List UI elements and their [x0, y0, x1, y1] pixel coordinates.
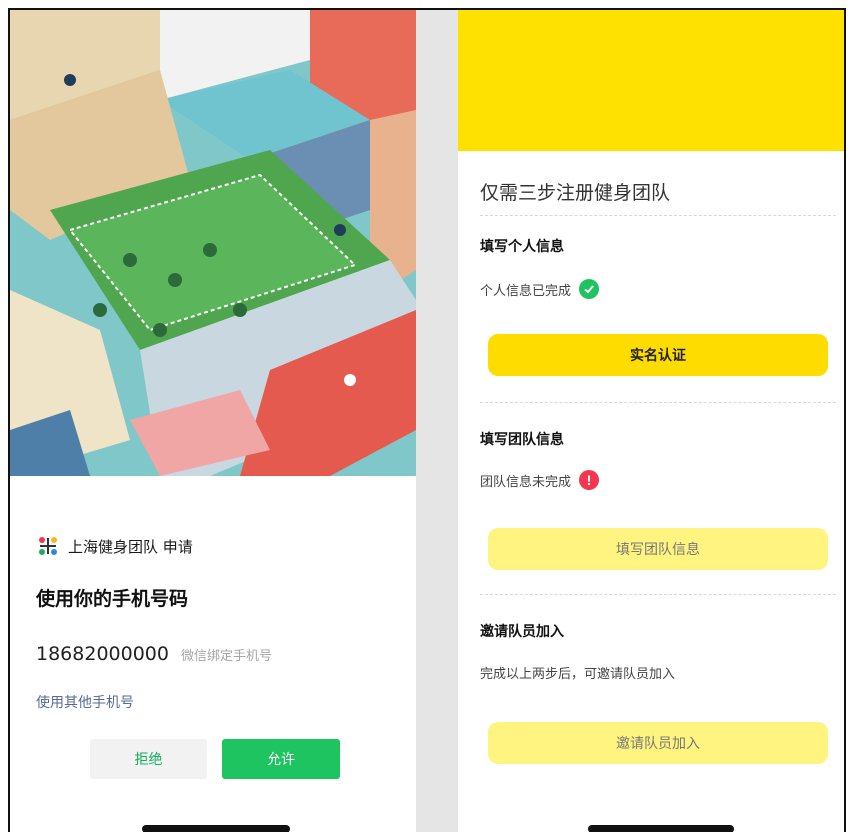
- divider: [480, 594, 836, 595]
- reject-button[interactable]: 拒绝: [90, 739, 207, 779]
- phone-hint: 微信绑定手机号: [180, 649, 272, 664]
- header-banner: [458, 10, 844, 151]
- fill-team-info-button[interactable]: 填写团队信息: [488, 528, 828, 570]
- sports-city-illustration: [10, 10, 416, 476]
- team-logo-icon: [39, 537, 57, 555]
- app-request-row: 上海健身团队 申请: [36, 534, 193, 558]
- step2-status-text: 团队信息未完成: [480, 474, 572, 490]
- divider: [480, 402, 836, 403]
- allow-button[interactable]: 允许: [222, 739, 340, 779]
- home-indicator: [142, 825, 290, 832]
- phone-auth-screen: 上海健身团队 申请 使用你的手机号码 18682000000 微信绑定手机号 使…: [10, 10, 416, 832]
- phone-option[interactable]: 18682000000 微信绑定手机号: [36, 643, 272, 665]
- step3-status-text: 完成以上两步后，可邀请队员加入: [480, 667, 676, 682]
- registration-steps-screen: 仅需三步注册健身团队 填写个人信息 个人信息已完成 实名认证 填写团队信息 团队…: [458, 10, 844, 832]
- invite-members-button[interactable]: 邀请队员加入: [488, 722, 828, 764]
- exclamation-circle-icon: [579, 470, 600, 490]
- illustration-svg: [10, 10, 416, 476]
- check-circle-icon: [579, 279, 600, 299]
- step1-heading: 填写个人信息: [480, 239, 564, 255]
- home-indicator: [588, 825, 734, 832]
- page-title: 仅需三步注册健身团队: [480, 182, 671, 204]
- panel-divider: [416, 10, 458, 832]
- step1-status-row: 个人信息已完成: [480, 279, 600, 299]
- step1-status-text: 个人信息已完成: [480, 283, 572, 299]
- step3-heading: 邀请队员加入: [480, 624, 564, 640]
- app-request-title: 上海健身团队 申请: [68, 537, 193, 556]
- step2-heading: 填写团队信息: [480, 432, 564, 448]
- step3-status-row: 完成以上两步后，可邀请队员加入: [480, 663, 675, 682]
- step2-status-row: 团队信息未完成: [480, 470, 600, 490]
- use-other-phone-link[interactable]: 使用其他手机号: [36, 692, 134, 712]
- phone-heading: 使用你的手机号码: [36, 588, 189, 610]
- divider: [480, 215, 836, 216]
- real-name-auth-button[interactable]: 实名认证: [488, 334, 828, 376]
- phone-number: 18682000000: [36, 643, 169, 665]
